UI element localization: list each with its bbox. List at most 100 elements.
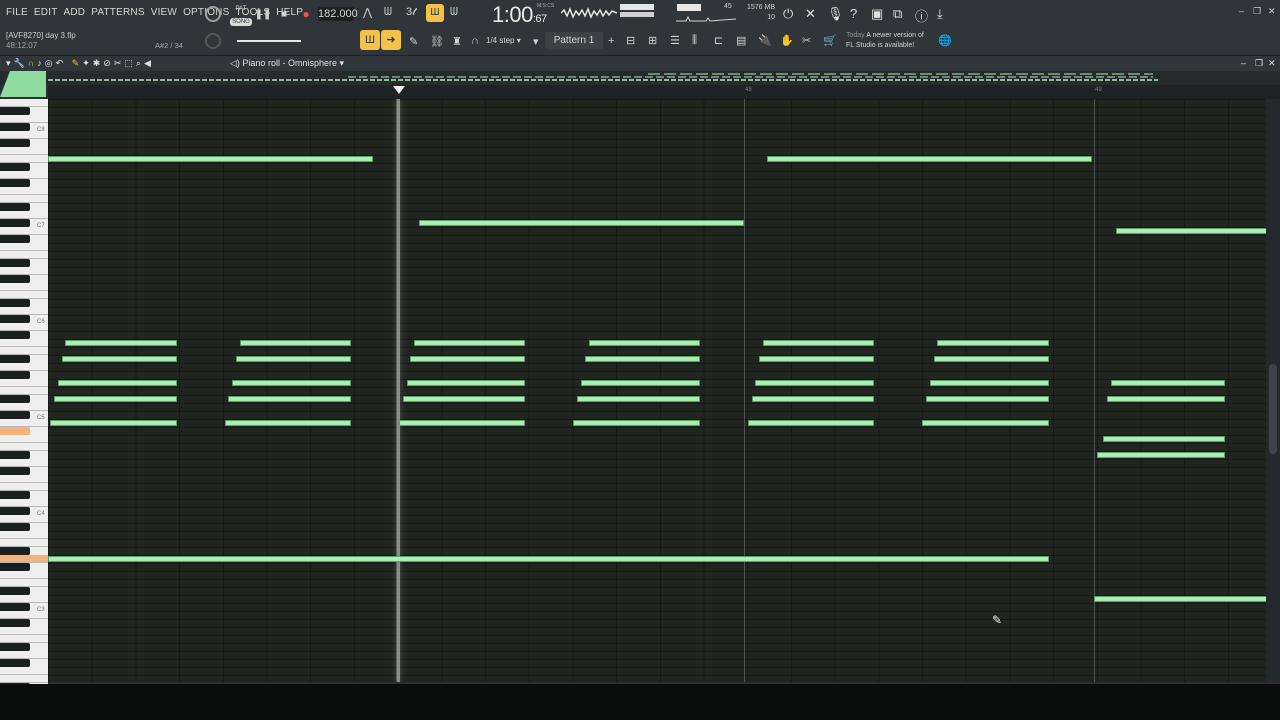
- plugin-picker-icon[interactable]: ✂: [802, 34, 811, 47]
- help-icon[interactable]: ?: [850, 6, 857, 21]
- chord-note[interactable]: [57, 380, 177, 386]
- timeline-ruler[interactable]: 48 49: [48, 85, 1280, 99]
- download-icon[interactable]: ⤓: [937, 6, 943, 22]
- cpu-knob-icon[interactable]: [205, 6, 221, 22]
- pattern-dropdown-icon[interactable]: ▾: [533, 35, 539, 48]
- white-key[interactable]: [0, 283, 48, 291]
- scroll-thumb[interactable]: [1269, 364, 1277, 454]
- white-key[interactable]: [0, 171, 48, 179]
- black-key[interactable]: [0, 395, 30, 403]
- chord-note[interactable]: [747, 420, 875, 426]
- white-key[interactable]: [0, 571, 48, 579]
- master-volume-slider[interactable]: [237, 40, 301, 42]
- white-key[interactable]: [0, 379, 48, 387]
- white-key[interactable]: [0, 475, 48, 483]
- chord-note[interactable]: [1103, 436, 1226, 442]
- master-pitch-knob-icon[interactable]: [205, 33, 221, 49]
- loop-record-icon[interactable]: ᗯ: [450, 6, 458, 19]
- black-key[interactable]: [0, 451, 30, 459]
- white-key[interactable]: [0, 483, 48, 491]
- pause-icon[interactable]: ❚❚: [255, 7, 272, 21]
- playhead-marker[interactable]: [393, 86, 405, 94]
- browser-icon[interactable]: ⊏: [714, 34, 723, 47]
- note[interactable]: [418, 220, 744, 226]
- black-key[interactable]: [0, 619, 30, 627]
- chord-note[interactable]: [50, 420, 177, 426]
- white-key[interactable]: [0, 595, 48, 603]
- pr-minimize-icon[interactable]: –: [1241, 58, 1246, 68]
- pencil-icon[interactable]: ✎: [409, 35, 418, 48]
- project-browser-icon[interactable]: ▤: [736, 34, 746, 47]
- black-key[interactable]: [0, 587, 30, 595]
- white-key[interactable]: [0, 363, 48, 371]
- tempo-display[interactable]: 182.000: [318, 7, 358, 21]
- white-key[interactable]: [0, 339, 48, 347]
- black-key[interactable]: [0, 507, 30, 515]
- chord-note[interactable]: [228, 396, 352, 402]
- black-key[interactable]: [0, 315, 30, 323]
- chord-note[interactable]: [1096, 452, 1226, 458]
- song-pattern-switch[interactable]: PAT SONG: [230, 6, 252, 26]
- white-key[interactable]: [0, 675, 48, 683]
- save-icon[interactable]: ▣: [871, 6, 883, 22]
- restore-icon[interactable]: ❐: [1253, 6, 1261, 17]
- black-key[interactable]: [0, 523, 30, 531]
- piano-roll-title[interactable]: ◁) Piano roll - Omnisphere ▾: [230, 58, 344, 69]
- chord-note[interactable]: [581, 380, 700, 386]
- chord-note[interactable]: [937, 340, 1049, 346]
- white-key[interactable]: [0, 579, 48, 587]
- black-key[interactable]: [0, 235, 30, 243]
- mixer-tools-icon[interactable]: ✕: [805, 6, 816, 22]
- black-key[interactable]: [0, 275, 30, 283]
- loop-icon[interactable]: ◎: [45, 58, 56, 68]
- vertical-scrollbar[interactable]: [1266, 99, 1280, 682]
- note[interactable]: [48, 156, 373, 162]
- chord-note[interactable]: [922, 420, 1049, 426]
- black-key[interactable]: [0, 139, 30, 147]
- white-key[interactable]: [0, 251, 48, 259]
- chord-note[interactable]: [573, 420, 700, 426]
- countdown-icon[interactable]: 3𝓉: [406, 6, 416, 19]
- record-icon[interactable]: ●: [299, 7, 313, 21]
- menu-file[interactable]: FILE: [6, 7, 28, 18]
- minimize-icon[interactable]: –: [1239, 6, 1244, 16]
- playhead-line[interactable]: [397, 99, 400, 682]
- piano-roll-window-icon[interactable]: ⊞: [648, 34, 657, 47]
- note[interactable]: [767, 156, 1093, 162]
- wrench-icon[interactable]: 🔧: [14, 58, 28, 68]
- chord-note[interactable]: [929, 380, 1049, 386]
- chord-note[interactable]: [1107, 396, 1226, 402]
- chord-note[interactable]: [933, 356, 1049, 362]
- zoom-tool-icon[interactable]: ⌕: [136, 58, 144, 68]
- plugin-icon[interactable]: ⧉: [893, 6, 902, 22]
- black-key[interactable]: [0, 491, 30, 499]
- delete-tool-icon[interactable]: ✱: [93, 58, 104, 68]
- white-key[interactable]: [0, 435, 48, 443]
- white-key[interactable]: [0, 555, 48, 563]
- chord-note[interactable]: [224, 420, 352, 426]
- note-grid[interactable]: [48, 99, 1266, 682]
- wait-input-icon[interactable]: ᗯ: [384, 6, 392, 19]
- microphone-icon[interactable]: 🎙: [827, 6, 844, 22]
- slice-tool-icon[interactable]: ✂: [114, 58, 125, 68]
- white-key[interactable]: [0, 627, 48, 635]
- chord-note[interactable]: [759, 356, 875, 362]
- white-key[interactable]: [0, 387, 48, 395]
- add-pattern-icon[interactable]: +: [608, 35, 614, 47]
- mute-tool-icon[interactable]: ⊘: [103, 58, 114, 68]
- white-key[interactable]: [0, 115, 48, 123]
- piano-keyboard[interactable]: C8 C7 C6 C5 C4 C3: [0, 99, 48, 684]
- draw-tool-icon[interactable]: ✎: [72, 58, 83, 68]
- white-key[interactable]: [0, 155, 48, 163]
- white-key[interactable]: [0, 539, 48, 547]
- black-key[interactable]: [0, 203, 30, 211]
- mixer-icon[interactable]: ⫼: [692, 34, 697, 47]
- menu-add[interactable]: ADD: [64, 7, 86, 18]
- chord-note[interactable]: [239, 340, 351, 346]
- magnet-snap-icon[interactable]: ∩: [28, 58, 37, 68]
- chord-note[interactable]: [61, 356, 177, 362]
- black-key[interactable]: [0, 259, 30, 267]
- white-key[interactable]: [0, 499, 48, 507]
- white-key[interactable]: [0, 307, 48, 315]
- black-key[interactable]: [0, 123, 30, 131]
